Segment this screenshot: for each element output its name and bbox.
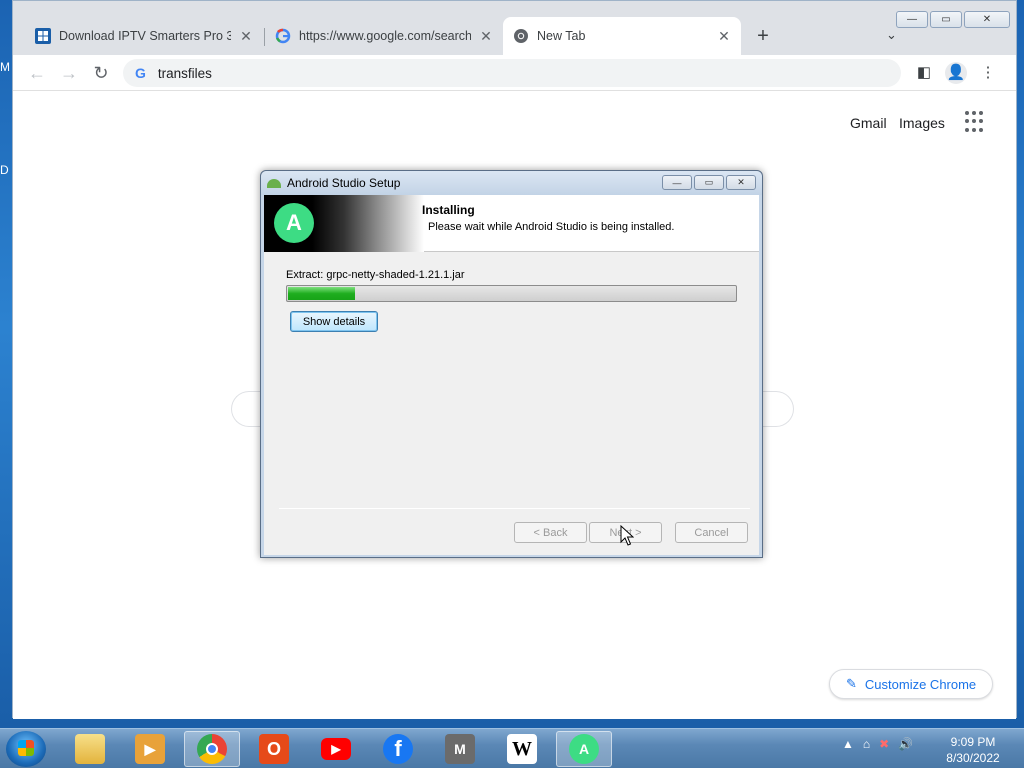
taskbar-office[interactable]: O [246,731,302,767]
side-panel-icon[interactable]: ◧ [913,62,935,84]
tab-new-tab[interactable]: New Tab ✕ [503,17,741,55]
taskbar-mail-app[interactable]: M [432,731,488,767]
taskbar-youtube[interactable]: ▶ [308,731,364,767]
menu-icon[interactable]: ⋮ [977,62,999,84]
close-window-button[interactable]: ✕ [964,11,1010,28]
facebook-icon: f [383,734,413,764]
extract-status: Extract: grpc-netty-shaded-1.21.1.jar [286,269,465,281]
dialog-header: A Installing Please wait while Android S… [264,195,759,252]
maximize-button[interactable]: ▭ [694,175,724,190]
search-box-edge[interactable] [758,391,794,427]
mouse-cursor-icon [620,525,634,546]
close-icon[interactable]: ✕ [479,28,493,45]
back-button[interactable]: < Back [514,522,587,543]
maximize-button[interactable]: ▭ [930,11,962,28]
m-app-icon: M [445,734,475,764]
tab-title: Download IPTV Smarters Pro 3.0 [59,29,231,43]
back-arrow-icon[interactable]: ← [25,61,49,85]
clock[interactable]: 9:09 PM 8/30/2022 [935,734,1011,766]
desktop-icon-label[interactable]: D [0,163,9,177]
installing-subtitle: Please wait while Android Studio is bein… [428,221,675,233]
tab-title: New Tab [537,29,586,43]
taskbar-facebook[interactable]: f [370,731,426,767]
clock-date: 8/30/2022 [946,751,1000,765]
google-icon [275,28,291,44]
browser-toolbar: ← → ↻ G transfiles ◧ 👤 ⋮ [13,55,1016,91]
pencil-icon: ✎ [846,676,857,691]
start-button[interactable] [6,731,46,767]
progress-fill [288,287,355,300]
address-bar[interactable]: G transfiles [123,59,901,87]
show-details-button[interactable]: Show details [290,311,378,332]
volume-icon[interactable]: 🔊 [898,737,913,751]
dialog-title: Android Studio Setup [287,176,401,190]
clock-time: 9:09 PM [950,735,996,749]
windows-site-icon [35,28,51,44]
chrome-icon [514,29,528,43]
action-center-flag-icon[interactable]: ✖ [879,737,889,751]
apps-grid-icon[interactable] [965,111,987,133]
close-icon[interactable]: ✕ [239,28,253,45]
dialog-window-controls: — ▭ ✕ [662,175,756,190]
taskbar: ▶ O ▶ f M W A ▲ ⌂ ✖ 🔊 9:09 PM 8/30/2022 [0,728,1024,768]
windows-logo-icon [18,740,34,756]
taskbar-android-studio[interactable]: A [556,731,612,767]
taskbar-wikipedia[interactable]: W [494,731,550,767]
address-text: transfiles [157,65,212,81]
android-icon [267,178,281,188]
taskbar-explorer[interactable] [62,731,118,767]
wikipedia-icon: W [507,734,537,764]
taskbar-chrome[interactable] [184,731,240,767]
installing-heading: Installing [422,203,475,217]
dialog-body: A Installing Please wait while Android S… [264,195,759,555]
tab-google-search[interactable]: https://www.google.com/search? ✕ [265,17,503,55]
profile-icon[interactable]: 👤 [945,62,967,84]
customize-label: Customize Chrome [864,676,977,692]
tab-strip: Download IPTV Smarters Pro 3.0 ✕ https:/… [13,1,1016,55]
tab-iptv[interactable]: Download IPTV Smarters Pro 3.0 ✕ [25,17,263,55]
tab-title: https://www.google.com/search? [299,29,471,43]
desktop-icon-label[interactable]: M [0,60,10,74]
cancel-button[interactable]: Cancel [675,522,748,543]
customize-chrome-button[interactable]: ✎ Customize Chrome [829,669,993,699]
gmail-link[interactable]: Gmail [850,115,887,131]
taskbar-media-player[interactable]: ▶ [122,731,178,767]
new-tab-button[interactable]: + [753,25,773,48]
images-link[interactable]: Images [899,115,945,131]
minimize-button[interactable]: — [662,175,692,190]
network-icon[interactable]: ⌂ [863,737,870,751]
chevron-down-icon[interactable]: ⌄ [886,27,897,43]
system-tray: ▲ ⌂ ✖ 🔊 [842,737,913,751]
android-studio-icon: A [569,734,599,764]
office-icon: O [259,734,289,764]
minimize-button[interactable]: — [896,11,928,28]
close-icon[interactable]: ✕ [717,28,731,45]
media-player-icon: ▶ [135,734,165,764]
install-progress-bar [286,285,737,302]
close-dialog-button[interactable]: ✕ [726,175,756,190]
forward-arrow-icon[interactable]: → [57,61,81,85]
window-controls: — ▭ ✕ [896,11,1010,28]
dialog-divider [279,508,750,509]
show-hidden-icons-icon[interactable]: ▲ [842,737,854,751]
android-studio-setup-dialog: Android Studio Setup — ▭ ✕ A Installing … [260,170,763,558]
youtube-icon: ▶ [321,738,351,760]
reload-icon[interactable]: ↻ [89,61,113,85]
android-studio-logo-icon: A [274,203,314,243]
chrome-icon [197,734,227,764]
android-studio-logo-banner: A [264,195,424,252]
folder-icon [75,734,105,764]
google-icon: G [135,65,146,81]
